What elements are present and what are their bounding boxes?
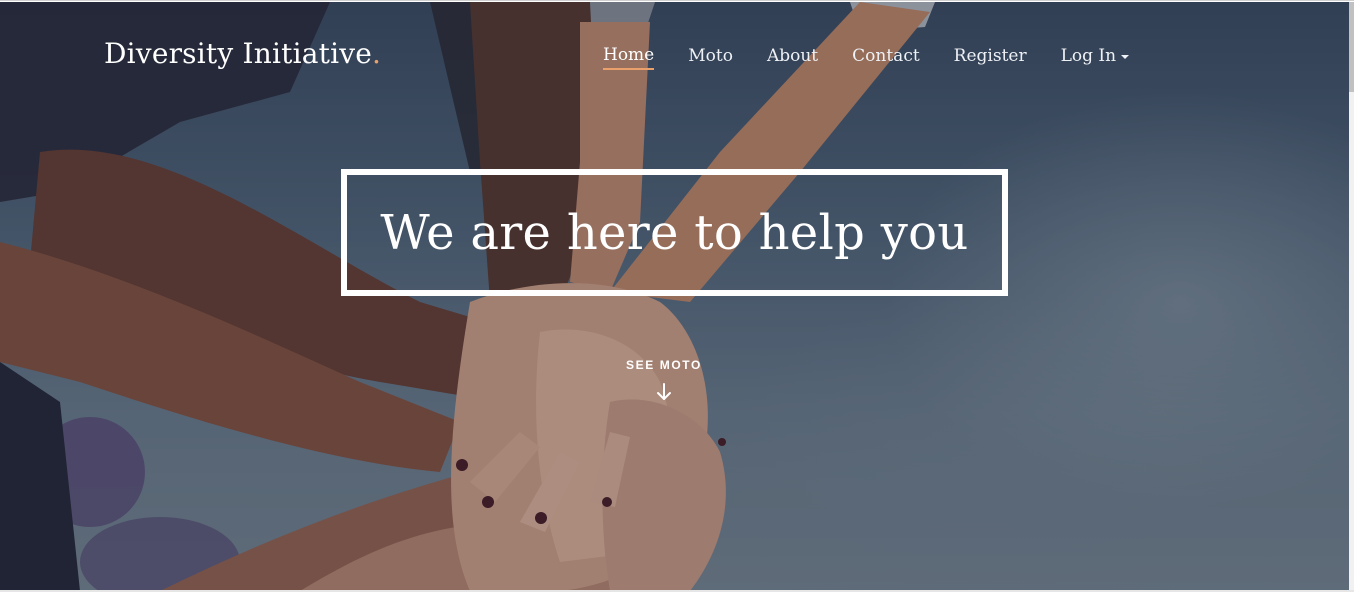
page: Diversity Initiative. Home Moto About Co… bbox=[0, 0, 1354, 592]
hero-overlay bbox=[0, 2, 1349, 591]
nav-item-login[interactable]: Log In bbox=[1060, 46, 1130, 69]
brand-logo[interactable]: Diversity Initiative. bbox=[104, 37, 381, 70]
chevron-down-icon bbox=[1121, 54, 1130, 59]
nav-item-login-label: Log In bbox=[1060, 46, 1117, 66]
nav-item-register[interactable]: Register bbox=[954, 46, 1027, 69]
headline-frame: We are here to help you bbox=[341, 169, 1008, 296]
arrow-down-icon bbox=[657, 383, 671, 400]
hero-section bbox=[0, 2, 1349, 591]
vertical-scrollbar[interactable] bbox=[1349, 2, 1354, 591]
nav-item-about[interactable]: About bbox=[767, 46, 818, 69]
nav-item-contact[interactable]: Contact bbox=[852, 46, 920, 69]
see-moto-button[interactable]: SEE MOTO bbox=[574, 358, 754, 402]
nav-item-home[interactable]: Home bbox=[603, 45, 655, 70]
scrollbar-thumb[interactable] bbox=[1349, 2, 1354, 92]
brand-name: Diversity Initiative bbox=[104, 37, 373, 70]
brand-dot: . bbox=[372, 37, 382, 70]
see-moto-label: SEE MOTO bbox=[626, 358, 702, 372]
hero-headline: We are here to help you bbox=[380, 204, 969, 261]
main-nav: Home Moto About Contact Register Log In bbox=[603, 45, 1130, 70]
nav-item-moto[interactable]: Moto bbox=[688, 46, 733, 69]
